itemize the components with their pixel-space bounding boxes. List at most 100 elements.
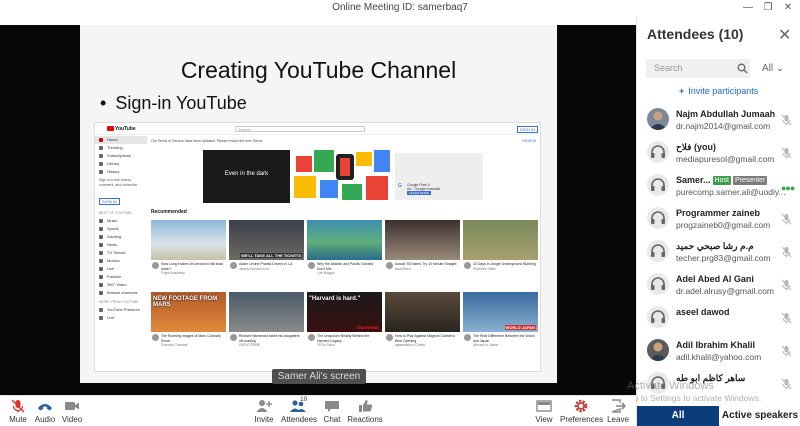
video-card: Why the Atlantic and Pacific Oceans Don'…	[307, 220, 382, 282]
video-card: WE'LL TAKE ALL THE TICKETS Adam Levine Pr…	[229, 220, 304, 282]
audio-button[interactable]: Audio	[33, 398, 57, 424]
avatar	[647, 339, 669, 361]
attendee-mic[interactable]	[781, 378, 792, 396]
video-channel: agadmator's Chess	[395, 343, 426, 347]
chat-button[interactable]: Chat	[320, 398, 344, 424]
headphones-icon	[651, 145, 665, 158]
attendee-row[interactable]: Adel Abed Al Gani dr.adel.alrusy@gmail.co…	[637, 272, 800, 305]
thumbs-up-icon	[359, 400, 373, 412]
yt-sidebar-item: Live	[95, 314, 147, 322]
channel-avatar	[230, 262, 237, 269]
video-meta: Adam Levine Pranks Drivers in LA Jimmy Ki…	[239, 262, 304, 271]
attendee-mic[interactable]	[781, 279, 792, 297]
gear-icon	[574, 399, 588, 413]
thumbnail-tag: WE'LL TAKE ALL THE TICKETS	[240, 253, 302, 258]
channel-avatar	[152, 262, 159, 269]
attendee-mic[interactable]	[781, 114, 792, 132]
attendee-email: purecomp.samer.ali@uodiy...	[676, 187, 786, 197]
video-meta: How Long it takes for Arrows to fall bac…	[161, 262, 226, 276]
attendee-email: dr.adel.alrusy@gmail.com	[676, 286, 774, 296]
attendee-email: techer.prg83@gmail.com	[676, 253, 771, 263]
tab-all[interactable]: All	[637, 406, 719, 426]
ad-info: G Google Pixel 4 Ad · Google Australia LE…	[395, 153, 483, 200]
video-channel: Jimmy Kimmel Live	[239, 266, 270, 271]
video-channel: Abroad in Japan	[473, 343, 499, 347]
attendee-row[interactable]: Adil Ibrahim Khalil adil.khalil@yahoo.com	[637, 338, 800, 371]
attendee-mic[interactable]	[781, 246, 792, 264]
view-button[interactable]: View	[532, 398, 556, 424]
attendee-tabs: All Active speakers	[637, 406, 800, 426]
video-card: NEW FOOTAGE FROM MARS The Running Images …	[151, 292, 226, 354]
attendee-mic[interactable]	[781, 147, 792, 165]
attendee-row[interactable]: Najm Abdullah Jumaah dr.najm2014@gmail.co…	[637, 107, 800, 140]
attendee-name: aseel dawod	[676, 307, 730, 317]
attendee-mic[interactable]	[781, 213, 792, 231]
attendee-row[interactable]: فلاح (you) mediapuresol@gmail.com	[637, 140, 800, 173]
attendees-panel: Attendees (10) ✕ Search All ⌄ + Invite pa…	[636, 16, 800, 426]
yt-sidebar-item: Library	[95, 160, 147, 168]
avatar	[647, 240, 669, 262]
preferences-button[interactable]: Preferences	[560, 398, 603, 424]
shared-screen-stage: Creating YouTube Channel • Sign-in YouTub…	[0, 25, 636, 395]
ad-graphic	[290, 150, 390, 203]
title-bar: Online Meeting ID: samerbaq7 — ❐ ✕	[0, 0, 800, 16]
video-card: How to Play Against Magnus Carlsen's Bes…	[385, 292, 460, 354]
youtube-search: Search	[235, 126, 365, 132]
video-title: Aussie TikTokers Try 10 Minute Straight	[395, 262, 457, 266]
attendee-name: Adel Abed Al Gani	[676, 274, 754, 284]
video-channel: DRIVETRIBE	[239, 343, 261, 347]
microphone-muted-icon	[781, 213, 792, 225]
attendee-row[interactable]: Samer... Host Presenter purecomp.samer.ali@…	[637, 173, 800, 206]
window-close-button[interactable]: ✕	[778, 0, 798, 16]
attendee-row[interactable]: م.م رشا صبحي حميد techer.prg83@gmail.com	[637, 239, 800, 272]
attendee-search-input[interactable]: Search	[646, 59, 750, 78]
youtube-logo: YouTube	[107, 126, 136, 132]
yt-sidebar-item: Subscriptions	[95, 152, 147, 160]
video-thumbnail: NEW FOOTAGE FROM MARS	[151, 292, 226, 332]
mute-button[interactable]: Mute	[6, 398, 30, 424]
invite-button[interactable]: Invite	[251, 398, 277, 424]
video-button[interactable]: Video	[60, 398, 84, 424]
screen-share-label: Samer Ali's screen	[272, 369, 366, 384]
attendee-mic[interactable]	[781, 345, 792, 363]
attendee-row[interactable]: Programmer zaineb progzaineb0@gmail.com	[637, 206, 800, 239]
video-channel: Life Noggin	[317, 271, 335, 275]
thumbnail-text: "Harvard is hard."	[309, 296, 361, 302]
thumbnail-text: NEW FOOTAGE FROM MARS	[153, 296, 218, 308]
minimize-button[interactable]: —	[738, 0, 758, 16]
microphone-muted-icon	[781, 147, 792, 159]
video-meta: The Running Images of Mars Curiosity Rov…	[161, 334, 226, 348]
video-thumbnail	[307, 220, 382, 260]
youtube-topbar: YouTube Search SIGN IN	[95, 123, 540, 135]
speaking-indicator-icon: ●●●	[781, 183, 795, 193]
youtube-ad: Even in the dark G Google Pixel 4 Ad · G…	[203, 150, 485, 203]
invite-participants-link[interactable]: + Invite participants	[679, 86, 758, 96]
avatar	[647, 207, 669, 229]
phone-icon	[38, 404, 52, 411]
slide-bullet-text: Sign-in YouTube	[115, 93, 247, 113]
video-title: The Unspoken Reality Behind the Harvard …	[317, 334, 370, 343]
video-title: Why the Atlantic and Pacific Oceans Don'…	[317, 262, 374, 271]
thumbnail-tag: WORLD JAPAN	[504, 325, 536, 330]
channel-avatar	[464, 334, 471, 341]
add-user-icon	[256, 400, 272, 412]
attendee-name: Adil Ibrahim Khalil	[676, 340, 756, 350]
close-panel-button[interactable]: ✕	[778, 25, 791, 45]
reactions-button[interactable]: Reactions	[347, 398, 383, 424]
search-icon[interactable]	[737, 63, 748, 74]
maximize-button[interactable]: ❐	[758, 0, 778, 16]
attendee-row[interactable]: aseel dawod	[637, 305, 800, 338]
attendees-title: Attendees (10)	[647, 26, 744, 42]
recommended-label: Recommended	[151, 209, 187, 215]
attendees-button[interactable]: 10 Attendees	[281, 396, 317, 424]
meeting-toolbar: Mute Audio Video Invite 10 Attendees Cha…	[0, 395, 636, 426]
leave-button[interactable]: Leave	[606, 398, 630, 424]
video-thumbnail	[229, 292, 304, 332]
attendee-mic[interactable]	[781, 312, 792, 330]
tab-active-speakers[interactable]: Active speakers	[719, 406, 800, 426]
slide-title: Creating YouTube Channel	[180, 57, 457, 83]
microphone-muted-icon	[781, 114, 792, 126]
attendee-filter-select[interactable]: All ⌄	[762, 63, 784, 74]
video-title: How Long it takes for Arrows to fall bac…	[161, 262, 224, 271]
yt-sidebar-item: Sports	[95, 225, 147, 233]
